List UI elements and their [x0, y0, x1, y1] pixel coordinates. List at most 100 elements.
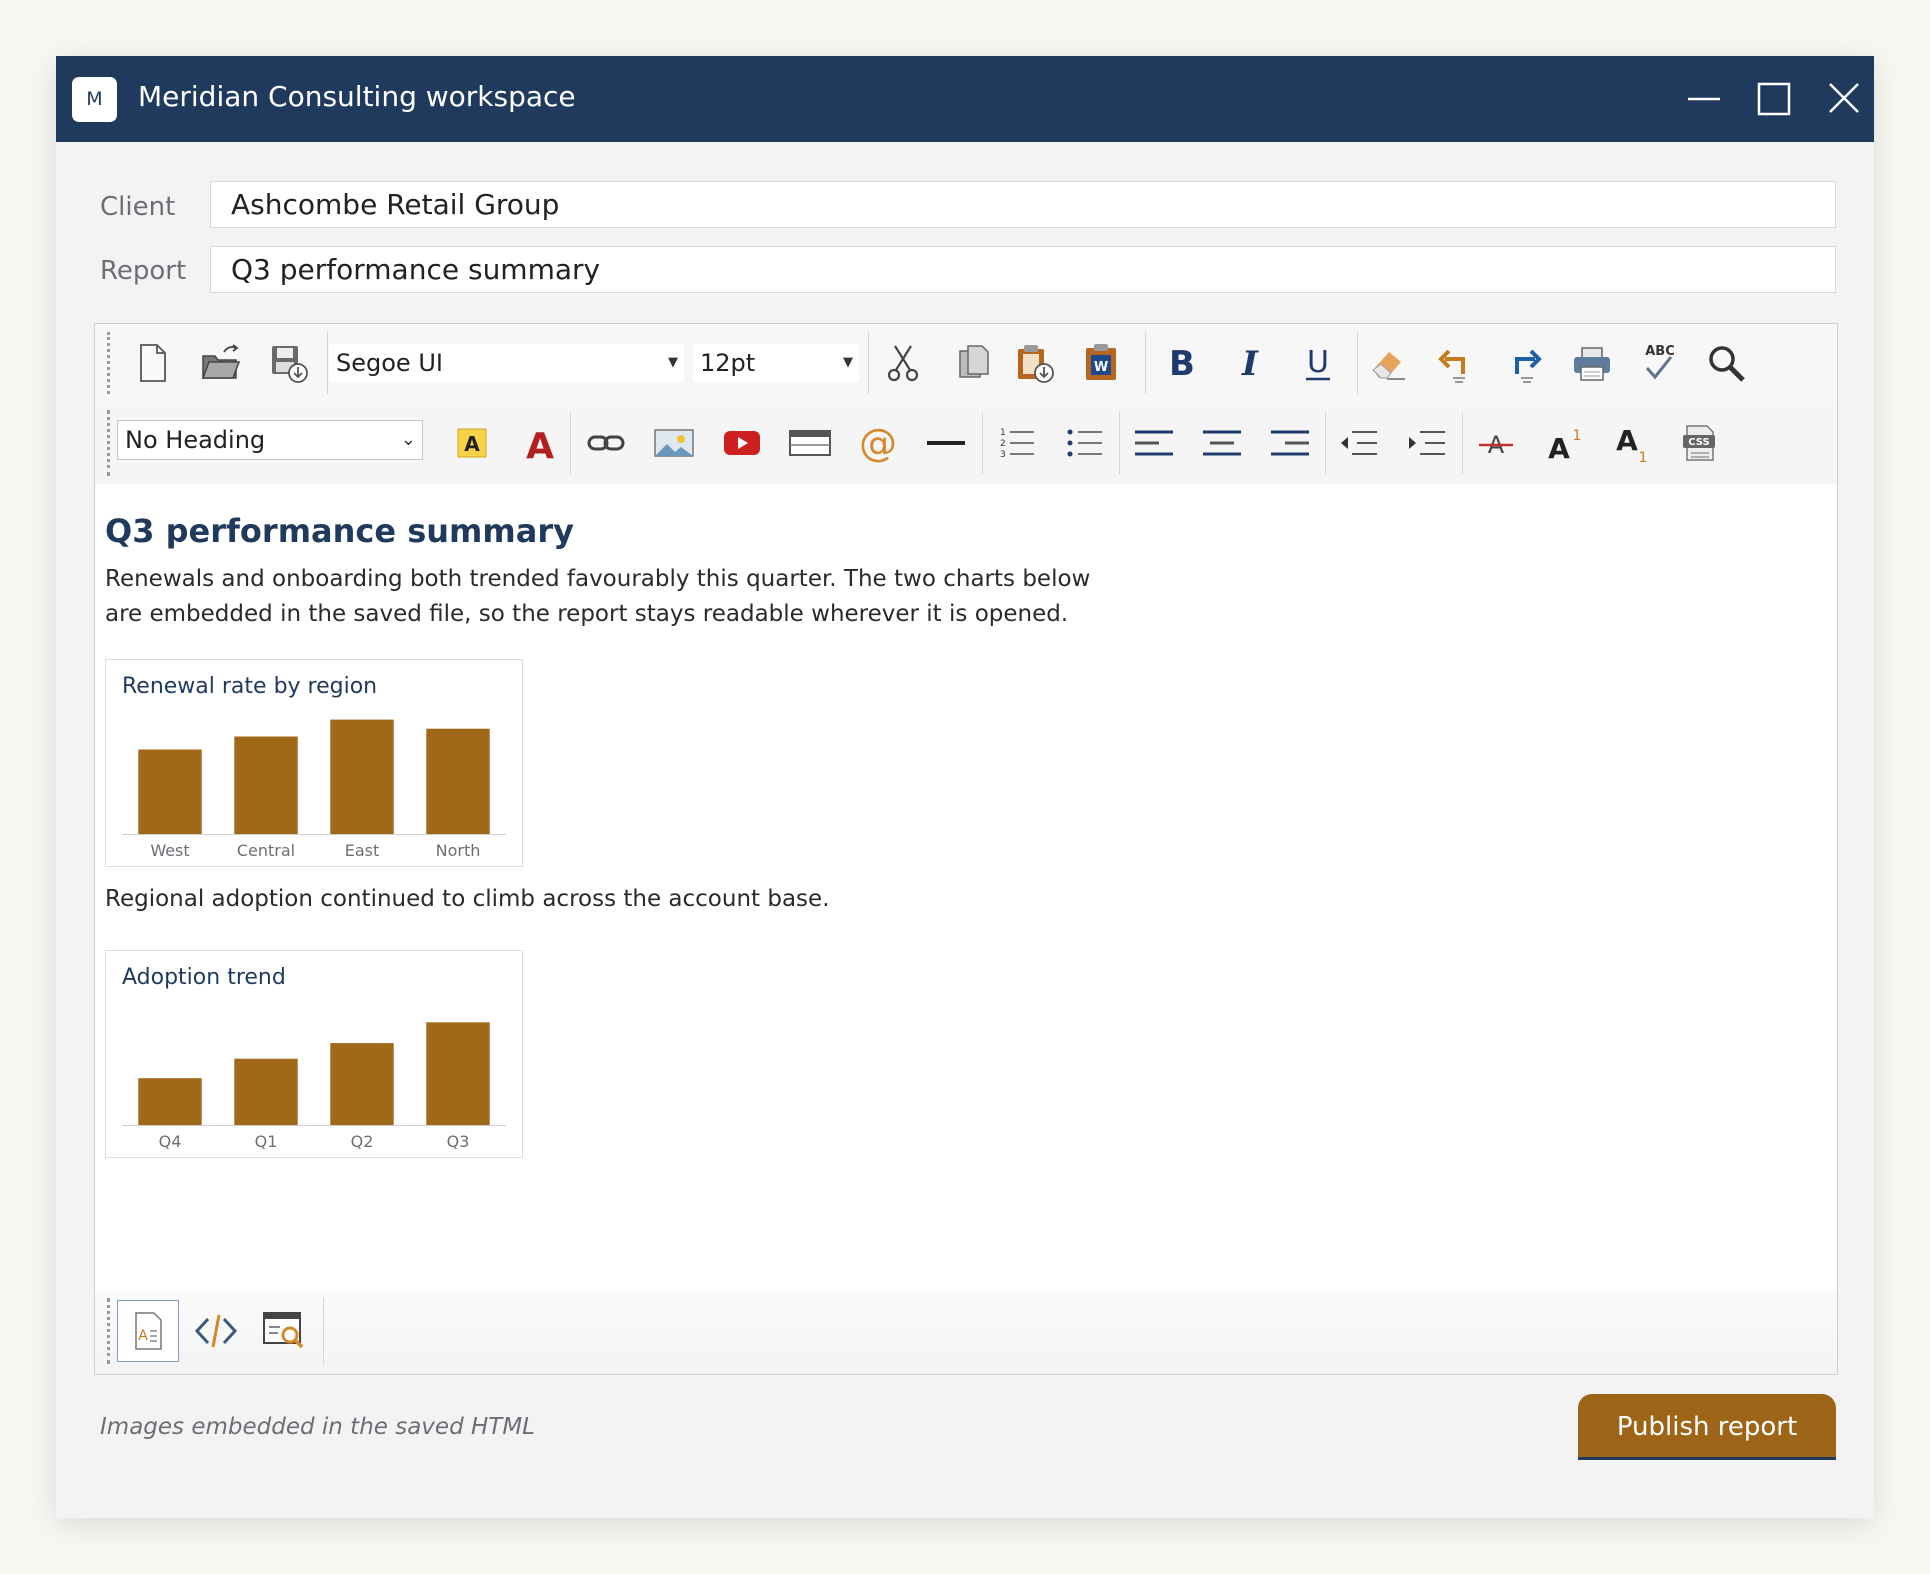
table-icon	[789, 430, 831, 456]
image-icon	[654, 429, 694, 457]
paste-from-word-button[interactable]: W	[1074, 336, 1128, 390]
toolbar-grip[interactable]	[107, 410, 110, 476]
font-size-select[interactable]: 12pt ▼	[693, 344, 859, 382]
minimize-icon	[1688, 97, 1720, 101]
printer-icon	[1574, 347, 1610, 381]
renewal-chart-plot: West Central East North	[122, 719, 506, 860]
font-size-value: 12pt	[700, 349, 756, 377]
superscript-button[interactable]: A1	[1537, 416, 1591, 470]
save-icon	[272, 346, 308, 383]
css-styles-button[interactable]: CSS	[1673, 416, 1727, 470]
print-button[interactable]	[1565, 336, 1619, 390]
toolbar-separator	[570, 412, 571, 474]
redo-icon	[1515, 349, 1542, 383]
chart-bar	[426, 1022, 490, 1125]
strikethrough-button[interactable]: A	[1469, 416, 1523, 470]
underline-button[interactable]: U	[1291, 336, 1345, 390]
format-toolbar: No Heading ⌄ A A @ 1 2 3 A A 1 A 1 CSS	[95, 402, 1837, 484]
toolbar-separator	[1325, 412, 1326, 474]
paste-button[interactable]	[1007, 336, 1061, 390]
report-label: Report	[100, 256, 187, 286]
maximize-icon	[1757, 82, 1791, 116]
highlight-icon: A	[457, 428, 487, 458]
indent-button[interactable]	[1399, 416, 1453, 470]
report-field[interactable]: Q3 performance summary	[210, 246, 1836, 293]
css-file-icon: CSS	[1683, 425, 1715, 461]
preview-tab[interactable]	[253, 1300, 315, 1362]
align-right-button[interactable]	[1263, 416, 1317, 470]
insert-link-button[interactable]	[579, 416, 633, 470]
spellcheck-icon: ABC	[1645, 344, 1675, 380]
spellcheck-button[interactable]: ABC	[1633, 336, 1687, 390]
cut-button[interactable]	[876, 336, 930, 390]
insert-email-button[interactable]: @	[851, 416, 905, 470]
font-color-button[interactable]: A	[513, 416, 567, 470]
outdent-icon	[1341, 431, 1377, 455]
maximize-button[interactable]	[1746, 74, 1802, 124]
video-icon	[724, 431, 760, 455]
adoption-chart[interactable]: Adoption trend Q4 Q1 Q2 Q3	[105, 950, 523, 1158]
save-button[interactable]	[261, 336, 315, 390]
indent-icon	[1409, 431, 1445, 455]
highlight-color-button[interactable]: A	[445, 416, 499, 470]
paste-word-icon: W	[1086, 344, 1116, 380]
toolbar-grip[interactable]	[107, 1298, 110, 1364]
open-button[interactable]	[193, 336, 247, 390]
heading-select[interactable]: No Heading ⌄	[117, 420, 423, 460]
toolbar-separator	[982, 412, 983, 474]
horizontal-rule-button[interactable]	[919, 416, 973, 470]
subscript-button[interactable]: A1	[1605, 416, 1659, 470]
insert-table-button[interactable]	[783, 416, 837, 470]
document-heading: Q3 performance summary	[105, 512, 574, 550]
scissors-icon	[887, 345, 919, 382]
outdent-button[interactable]	[1331, 416, 1385, 470]
bullet-list-icon	[1067, 429, 1102, 457]
align-center-icon	[1203, 430, 1241, 456]
svg-text:1: 1	[1573, 428, 1582, 444]
minimize-button[interactable]	[1676, 74, 1732, 124]
client-field[interactable]: Ashcombe Retail Group	[210, 181, 1836, 228]
undo-button[interactable]	[1429, 336, 1483, 390]
link-icon	[587, 435, 625, 451]
toolbar-separator	[1357, 332, 1358, 394]
find-button[interactable]	[1699, 336, 1753, 390]
paste-icon	[1018, 345, 1054, 383]
copy-button[interactable]	[947, 336, 1001, 390]
svg-text:A: A	[1548, 432, 1570, 465]
chart-tick-label: Central	[237, 841, 295, 860]
redo-button[interactable]	[1497, 336, 1551, 390]
close-button[interactable]	[1816, 74, 1872, 124]
bold-button[interactable]: B	[1155, 336, 1209, 390]
insert-image-button[interactable]	[647, 416, 701, 470]
superscript-icon: A1	[1548, 428, 1582, 465]
toolbar-separator	[868, 332, 869, 394]
chart-bar	[330, 1043, 394, 1125]
italic-button[interactable]: I	[1223, 336, 1277, 390]
renewal-chart[interactable]: Renewal rate by region West Central East No…	[105, 659, 523, 867]
chart-tick-label: North	[436, 841, 481, 860]
title-bar: M Meridian Consulting workspace	[56, 56, 1874, 142]
font-family-select[interactable]: Segoe UI ▼	[329, 344, 684, 382]
svg-text:A: A	[138, 1328, 148, 1344]
toolbar-separator	[1119, 412, 1120, 474]
css-label: CSS	[1688, 437, 1709, 448]
design-view-tab[interactable]: A	[117, 1300, 179, 1362]
chevron-down-icon: ⌄	[400, 429, 416, 450]
chart-tick-label: East	[345, 841, 380, 860]
numbered-list-button[interactable]: 123	[988, 416, 1042, 470]
html-source-tab[interactable]	[185, 1300, 247, 1362]
toolbar-separator	[1145, 332, 1146, 394]
insert-video-button[interactable]	[715, 416, 769, 470]
svg-text:B: B	[1169, 344, 1195, 384]
svg-text:1: 1	[1000, 428, 1006, 438]
new-document-button[interactable]	[125, 336, 179, 390]
chart-tick-label: Q1	[255, 1132, 278, 1151]
clear-formatting-button[interactable]	[1361, 336, 1415, 390]
chart-bar	[426, 728, 490, 834]
toolbar-grip[interactable]	[107, 332, 110, 394]
align-center-button[interactable]	[1195, 416, 1249, 470]
publish-report-button[interactable]: Publish report	[1578, 1394, 1836, 1460]
bullet-list-button[interactable]	[1056, 416, 1110, 470]
heading-select-value: No Heading	[125, 426, 266, 454]
align-left-button[interactable]	[1127, 416, 1181, 470]
